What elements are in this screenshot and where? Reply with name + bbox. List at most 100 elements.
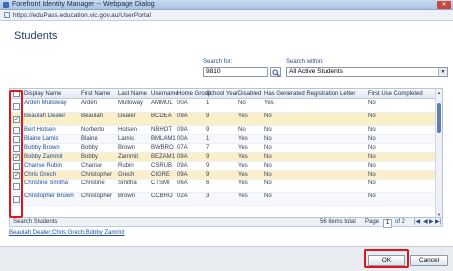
row-checkbox[interactable] [13,145,20,152]
selected-students-list[interactable]: Beaulah Dealer;Chris Grech;Bobby Zammit [9,229,124,237]
vertical-scrollbar[interactable]: ▲ ▼ [435,89,442,217]
prev-page-icon[interactable]: ◀ [423,218,428,227]
table-row[interactable]: Blaine Lamis Blaine Lamis BMLAM1 00A 1 Yes No No [10,135,442,144]
table-cell: Christopher [81,193,113,199]
student-name-link[interactable]: Blaine Lamis [24,135,79,144]
table-cell: Mulloway [118,100,144,106]
column-header[interactable]: First Name [81,89,110,99]
table-cell: No [264,172,272,178]
table-cell: No [368,136,376,142]
table-cell: No [264,193,272,199]
student-name-link[interactable]: Charise Rubin [24,162,79,171]
table-cell: Brown [118,145,136,151]
column-header[interactable]: Display Name [24,89,61,99]
table-cell: 09A [177,172,188,178]
table-row[interactable]: Christopher Brown Christopher Brown CCBRO 02… [10,193,442,206]
column-header[interactable]: School Year [206,89,238,99]
row-checkbox[interactable] [13,163,20,170]
column-header[interactable]: Last Name [118,89,147,99]
table-cell: 9 [206,113,210,119]
column-header[interactable]: Has Generated Registration Letter [264,89,355,99]
page-of-label: of 2 [395,219,406,225]
cancel-button[interactable]: Cancel [410,255,448,266]
next-page-icon[interactable]: ▶ [429,218,434,227]
student-name-link[interactable]: Bobby Brown [24,144,79,153]
table-row[interactable]: Arden Mulloway Arden Mulloway AMMUL 00A 1 No Ye… [10,100,442,113]
column-header[interactable]: Disabled [238,89,261,99]
row-checkbox[interactable] [13,127,20,134]
lock-icon [4,12,10,18]
table-cell: No [264,154,272,160]
students-grid: Display Name First Name Last Name Username H… [9,88,443,218]
chevron-down-icon[interactable]: ▼ [438,68,447,76]
table-cell: Yes [238,163,248,169]
table-cell: BCDEA [151,113,172,119]
table-cell: CTSMI [151,180,170,186]
table-cell: 00A [177,136,188,142]
student-name-link[interactable]: Christine Smitha [24,180,79,187]
table-cell: BEZAM1 [151,154,176,160]
search-icon [272,69,280,77]
table-cell: No [368,180,376,186]
window-titlebar: Forefront Identity Manager -- Webpage Di… [0,0,453,10]
table-row[interactable]: Bert Hotsen Norberto Hotsen NBHOT 09A 9 No No No [10,126,442,135]
table-cell: No [264,113,272,119]
student-name-link[interactable]: Bert Hotsen [24,126,79,135]
table-cell: No [368,113,376,119]
scroll-up-icon[interactable]: ▲ [436,90,442,96]
table-cell: 9 [206,127,210,133]
table-row[interactable]: Bobby ZammitBobby Zammit BEZAM109A 9 Yes No No [10,153,442,162]
student-name-link[interactable]: Beaulah Dealer [24,113,79,120]
row-checkbox[interactable] [13,183,20,190]
table-cell: No [238,100,246,106]
table-cell: Yes [264,100,274,106]
table-row[interactable]: Charise Rubin Charise Rubin CSRUB 09A 9 Yes No N… [10,162,442,171]
row-checkbox[interactable] [13,153,20,161]
table-cell: Christopher [81,172,113,178]
table-cell: Rubin [118,163,134,169]
table-cell: 1 [206,100,210,106]
table-cell: Norberto [81,127,105,133]
table-cell: BMLAM1 [151,136,176,142]
table-cell: 6 [206,180,210,186]
page-label: Page [365,219,380,225]
table-row[interactable]: Christine Smitha Christine Smitha CTSMI 06A 6… [10,180,442,193]
table-row[interactable]: Beaulah DealerBeaulah Dealer BCDEA 09A 9 Yes N… [10,113,442,126]
student-name-link[interactable]: Christopher Brown [24,193,79,200]
search-input[interactable]: 9810 [203,67,268,77]
ok-button[interactable]: OK [368,255,405,266]
table-row[interactable]: Chris GrechChristopher Grech CIGRE 09A 9 Yes N… [10,171,442,180]
row-checkbox[interactable] [13,115,20,123]
search-students-label: Search Students [13,219,58,225]
scroll-thumb[interactable] [437,103,441,133]
first-page-icon[interactable]: |◀ [414,218,420,227]
items-total: 56 items total [320,219,356,225]
row-checkbox[interactable] [13,136,20,143]
search-for-label: Search for: [203,59,233,65]
column-header[interactable]: Username [151,89,179,99]
table-cell: CSRUB [151,163,173,169]
table-cell: Hotsen [118,127,138,133]
table-cell: No [368,154,376,160]
student-name-link[interactable]: Arden Mulloway [24,100,79,107]
student-name-link[interactable]: Chris Grech [24,171,79,180]
last-page-icon[interactable]: ▶| [435,218,441,227]
search-within-label: Search within: [286,59,324,65]
row-checkbox[interactable] [13,103,20,110]
column-header[interactable]: First Use Completed [368,89,423,99]
row-checkbox[interactable] [13,196,20,203]
row-checkbox[interactable] [13,171,20,179]
search-button[interactable] [270,67,281,77]
table-cell: Bobby [81,145,99,151]
select-all-checkbox[interactable] [13,90,20,97]
close-icon[interactable]: ✕ [437,1,451,9]
search-within-select[interactable]: All Active Students ▼ [286,67,448,77]
grid-footer: Search Students 56 items total Page 1 of… [9,218,443,228]
student-name-link[interactable]: Bobby Zammit [24,153,79,162]
table-cell: BWBRO [151,145,174,151]
table-row[interactable]: Bobby Brown Bobby Brown BWBRO 07A 7 Yes No No [10,144,442,153]
page-number-input[interactable]: 1 [383,219,393,228]
table-cell: No [264,163,272,169]
table-cell: Yes [238,145,248,151]
table-cell: No [264,145,272,151]
